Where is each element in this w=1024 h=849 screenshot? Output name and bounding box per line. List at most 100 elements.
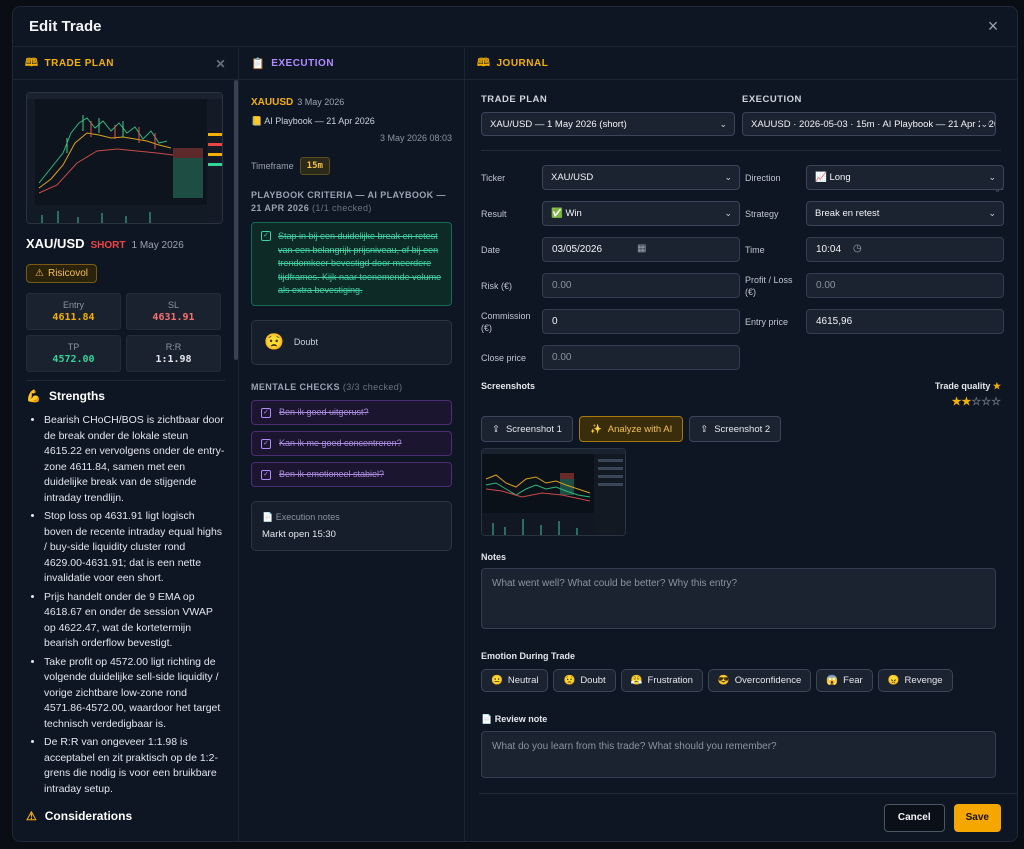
- modal-header: Edit Trade ×: [13, 7, 1017, 47]
- strategy-select[interactable]: Break en retest ⌄: [806, 201, 1004, 226]
- flexed-biceps-icon: 💪: [26, 389, 41, 403]
- clipboard-icon: 📋: [251, 58, 266, 70]
- date-label: Date: [481, 244, 501, 255]
- emotion-chip-frustration[interactable]: 😤 Frustration: [620, 669, 703, 692]
- profit-loss-label: Profit / Loss (€): [745, 274, 793, 297]
- chevron-down-icon: ⌄: [988, 208, 996, 218]
- execution-header: 📋 EXECUTION: [239, 48, 464, 80]
- worried-face-icon: 😟: [264, 334, 284, 351]
- emotion-chip-overconfidence[interactable]: 😎 Overconfidence: [707, 669, 812, 692]
- direction-select[interactable]: 📈 Long ⌄: [806, 165, 1004, 190]
- trade-plan-title-row: XAU/USD SHORT 1 May 2026: [26, 236, 225, 251]
- star-empty-icon[interactable]: ☆: [971, 396, 981, 408]
- entry-price-input[interactable]: 4615,96: [806, 309, 1004, 334]
- angry-face-icon: 😠: [887, 675, 900, 686]
- emotion-chips: 😐 Neutral 😟 Doubt 😤 Frustration 😎 Overconfid…: [481, 669, 1001, 692]
- execution-symbol: XAUUSD: [251, 97, 294, 108]
- result-label: Result: [481, 208, 507, 219]
- mental-check-item[interactable]: ✓ Kan ik me goed concentreren?: [251, 430, 452, 456]
- sparkles-icon: ✨: [589, 423, 602, 435]
- checked-checkbox-icon[interactable]: ✓: [261, 231, 271, 241]
- page-icon: 📄: [262, 511, 274, 522]
- screenshot-thumbnail[interactable]: [481, 448, 626, 536]
- mental-check-item[interactable]: ✓ Ben ik goed uitgerust?: [251, 399, 452, 425]
- checked-checkbox-icon[interactable]: ✓: [261, 469, 271, 480]
- screenshot-2-button[interactable]: ⇪ Screenshot 2: [689, 416, 782, 442]
- screenshot-1-button[interactable]: ⇪ Screenshot 1: [481, 416, 573, 442]
- scrollbar[interactable]: [234, 80, 238, 360]
- notes-textarea[interactable]: What went well? What could be better? Wh…: [481, 568, 996, 629]
- trade-symbol: XAU/USD: [26, 236, 85, 251]
- mental-check-item[interactable]: ✓ Ben ik emotioneel stabiel?: [251, 461, 452, 487]
- commission-input[interactable]: 0: [542, 309, 740, 334]
- close-icon[interactable]: ×: [983, 16, 1003, 37]
- journal-header: 🕮 JOURNAL: [465, 48, 1017, 80]
- profit-loss-input[interactable]: 0.00: [806, 273, 1004, 298]
- risk-badge-label: Risicovol: [47, 268, 88, 279]
- review-note-textarea[interactable]: What do you learn from this trade? What …: [481, 731, 996, 778]
- star-icon: ★: [992, 381, 1001, 391]
- date-input[interactable]: 03/05/2026 ▦: [542, 237, 740, 262]
- sunglasses-face-icon: 😎: [717, 675, 730, 686]
- close-price-input[interactable]: 0.00: [542, 345, 740, 370]
- risk-input[interactable]: 0.00: [542, 273, 740, 298]
- star-empty-icon[interactable]: ☆: [991, 396, 1001, 408]
- star-empty-icon[interactable]: ☆: [981, 396, 991, 408]
- playbook-criterion-item[interactable]: ✓ Stap in bij een duidelijke break en re…: [251, 222, 452, 306]
- emotion-chip-fear[interactable]: 😱 Fear: [816, 669, 873, 692]
- star-filled-icon[interactable]: ★: [952, 396, 962, 408]
- trade-plan-select-label: TRADE PLAN: [481, 94, 548, 105]
- checked-checkbox-icon[interactable]: ✓: [261, 407, 271, 418]
- execution-title: EXECUTION: [271, 58, 335, 69]
- chevron-down-icon: ⌄: [724, 208, 732, 218]
- modal-title: Edit Trade: [29, 18, 102, 35]
- playbook-criteria-heading: PLAYBOOK CRITERIA — AI PLAYBOOK — 21 APR…: [251, 190, 446, 213]
- notebook-icon: 📒: [251, 116, 263, 126]
- trade-plan-header: 🕮 TRADE PLAN ✕: [13, 48, 238, 80]
- execution-notes-card: 📄 Execution notes Markt open 15:30: [251, 500, 452, 551]
- upload-icon: ⇪: [492, 423, 500, 435]
- strengths-heading: 💪 Strengths: [26, 389, 105, 403]
- emotion-chip-neutral[interactable]: 😐 Neutral: [481, 669, 549, 692]
- trade-plan-select[interactable]: XAU/USD — 1 May 2026 (short) ⌄: [481, 112, 735, 136]
- risk-badge: ⚠ Risicovol: [26, 264, 97, 283]
- upload-icon: ⇪: [700, 423, 709, 435]
- analyze-with-ai-button[interactable]: ✨ Analyze with AI: [578, 416, 684, 442]
- save-button[interactable]: Save: [953, 803, 1001, 832]
- execution-select[interactable]: XAUUSD · 2026-05-03 · 15m · AI Playbook …: [742, 112, 996, 136]
- collapse-close-icon[interactable]: ✕: [215, 57, 226, 71]
- strengths-list: Bearish CHoCH/BOS is zichtbaar door de b…: [26, 413, 225, 797]
- clock-icon[interactable]: ◷: [853, 243, 862, 254]
- stat-rr: R:R 1:1.98: [126, 335, 221, 372]
- entry-price-label: Entry price: [745, 316, 789, 327]
- mental-checks-heading: MENTALE CHECKS (3/3 checked): [251, 381, 403, 392]
- ticker-select[interactable]: XAU/USD ⌄: [542, 165, 740, 190]
- time-label: Time: [745, 244, 765, 255]
- chevron-down-icon: ⌄: [988, 172, 996, 182]
- screenshots-row: Screenshots Trade quality ★ ★★☆☆☆: [481, 381, 1001, 408]
- checked-checkbox-icon[interactable]: ✓: [261, 438, 271, 449]
- book-icon: 🕮: [477, 57, 491, 69]
- chevron-down-icon: ⌄: [980, 119, 988, 130]
- list-item: Bearish CHoCH/BOS is zichtbaar door de b…: [44, 413, 225, 506]
- list-item: Prijs handelt onder de 9 EMA op 4618.67 …: [44, 590, 225, 652]
- execution-date: 3 May 2026: [297, 97, 345, 107]
- stat-tp: TP 4572.00: [26, 335, 121, 372]
- considerations-heading: ⚠ Considerations: [26, 809, 133, 823]
- execution-notes-label: 📄 Execution notes: [262, 511, 340, 522]
- emotion-chip-doubt[interactable]: 😟 Doubt: [553, 669, 616, 692]
- trade-side-badge: SHORT: [90, 240, 126, 251]
- calendar-icon[interactable]: ▦: [637, 243, 646, 254]
- trade-plan-chart-image[interactable]: [26, 92, 223, 224]
- list-item: De R:R van ongeveer 1:1.98 is acceptabel…: [44, 735, 225, 797]
- star-filled-icon[interactable]: ★: [962, 396, 972, 408]
- emotion-chip-revenge[interactable]: 😠 Revenge: [877, 669, 953, 692]
- list-item: Take profit op 4572.00 ligt richting de …: [44, 655, 225, 733]
- cancel-button[interactable]: Cancel: [883, 803, 945, 832]
- check-mark-icon: ✅: [551, 208, 563, 219]
- result-select[interactable]: ✅ Win ⌄: [542, 201, 740, 226]
- neutral-face-icon: 😐: [491, 675, 503, 686]
- trade-quality-stars[interactable]: ★★☆☆☆: [935, 395, 1001, 408]
- time-input[interactable]: 10:04 ◷: [806, 237, 1004, 262]
- link-selectors: TRADE PLAN EXECUTION XAU/USD — 1 May 202…: [481, 94, 1001, 136]
